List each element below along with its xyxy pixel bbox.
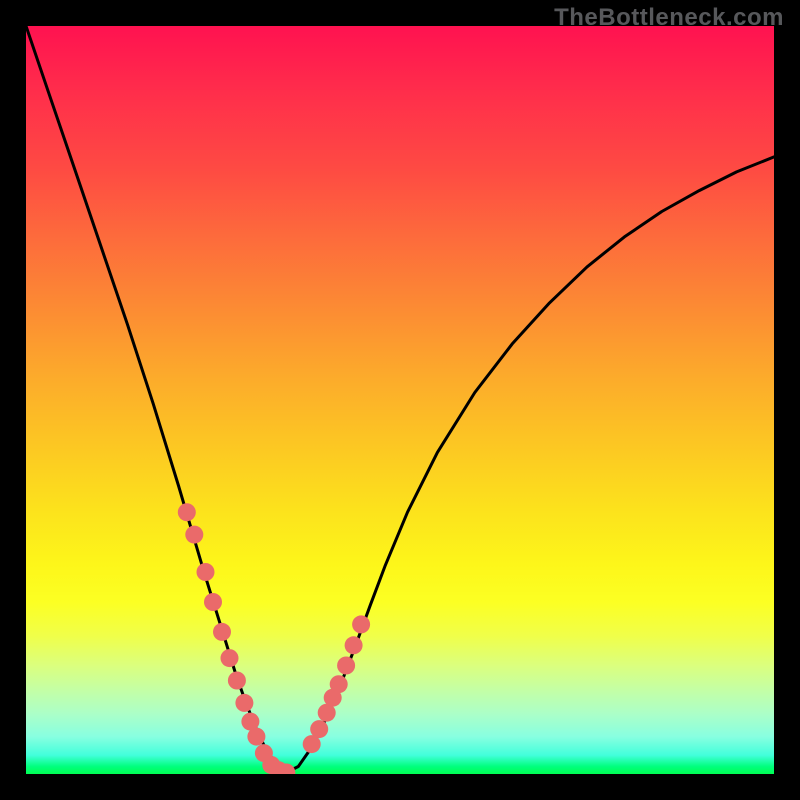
highlight-dot [235,694,253,712]
highlight-dot [247,728,265,746]
highlight-dot [228,672,246,690]
highlight-dot [213,623,231,641]
highlight-dots-group [178,503,370,774]
highlight-dot [337,657,355,675]
chart-svg [26,26,774,774]
chart-frame: TheBottleneck.com [0,0,800,800]
highlight-dot [197,563,215,581]
highlight-dot [345,636,363,654]
highlight-dot [178,503,196,521]
highlight-dot [310,720,328,738]
bottleneck-curve [26,26,774,772]
highlight-dot [330,675,348,693]
highlight-dot [221,649,239,667]
highlight-dot [185,526,203,544]
plot-area [26,26,774,774]
watermark-label: TheBottleneck.com [554,4,784,32]
highlight-dot [204,593,222,611]
highlight-dot [352,615,370,633]
